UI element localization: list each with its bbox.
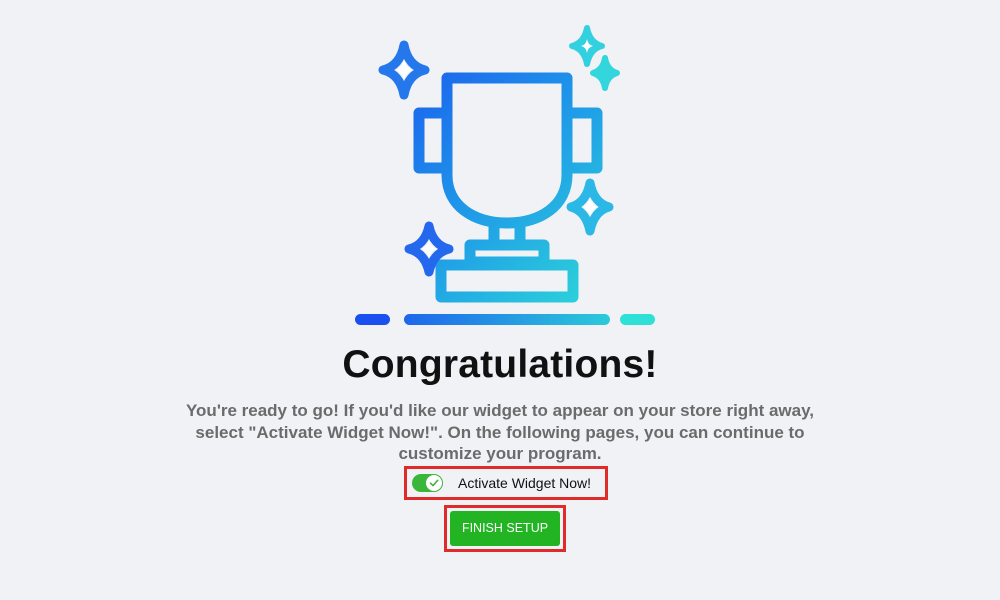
activate-widget-toggle[interactable] [412,474,443,492]
hero-illustration [355,25,655,325]
sparkle-icon [590,55,620,91]
sparkle-icon [566,178,614,236]
finish-setup-button[interactable]: FINISH SETUP [450,511,560,546]
sparkle-icon [569,25,605,67]
check-icon [429,479,439,487]
activate-widget-label: Activate Widget Now! [458,475,592,491]
intro-message: You're ready to go! If you'd like our wi… [185,401,815,463]
underline-dash [404,314,610,325]
trophy-icon [413,72,603,303]
page-title: Congratulations! [342,343,658,386]
finish-setup-highlight: FINISH SETUP [444,505,566,552]
activate-widget-toggle-row[interactable]: Activate Widget Now! [404,466,608,500]
sparkle-icon [378,40,430,100]
underline-dash [355,314,390,325]
toggle-knob [426,475,442,491]
underline-dash [620,314,655,325]
congratulations-page: Congratulations! You're ready to go! If … [0,0,1000,600]
